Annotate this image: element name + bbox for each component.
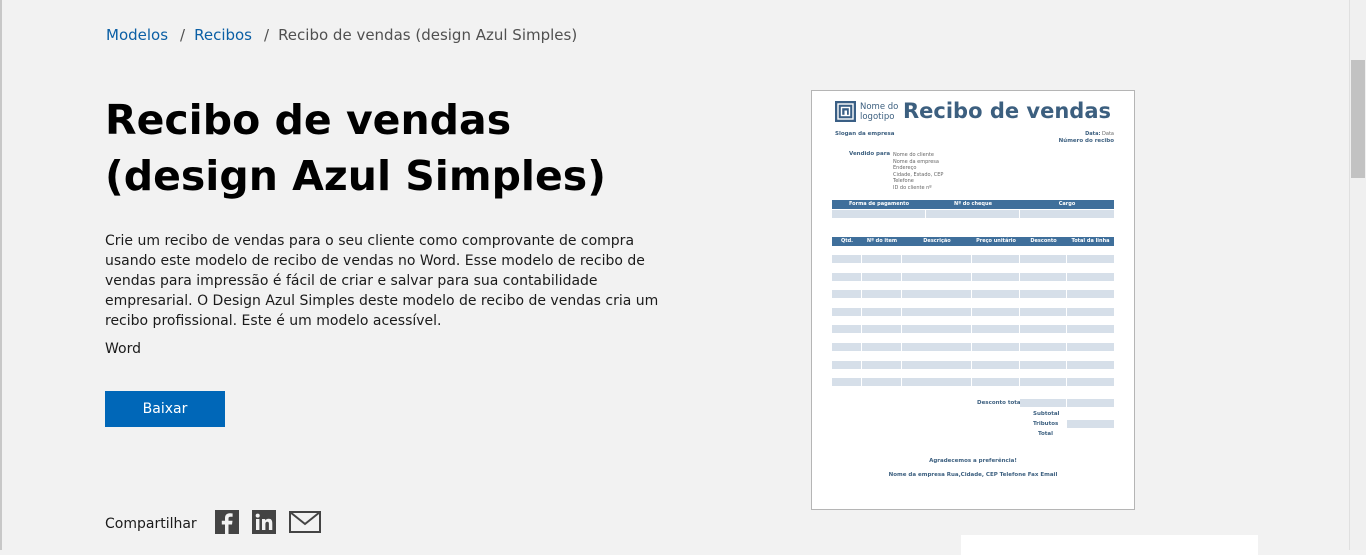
item-row [832,307,1114,316]
page-edge [0,0,2,550]
facebook-icon[interactable] [214,510,239,538]
item-row [832,272,1114,281]
breadcrumb-separator: / [264,26,270,44]
breadcrumb-recibos[interactable]: Recibos [194,26,252,44]
total-discount-row [1020,399,1114,407]
template-preview[interactable]: Nome do logotipo Recibo de vendas Slogan… [811,90,1135,510]
thanks-text: Agradecemos a preferência! [929,458,1017,464]
item-row [832,290,1114,299]
share-bar: Compartilhar [105,510,334,538]
breadcrumb-separator: / [180,26,186,44]
page-title: Recibo de vendas (design Azul Simples) [105,96,606,200]
content-panel [961,535,1258,555]
item-row [832,378,1114,387]
breadcrumb-current: Recibo de vendas (design Azul Simples) [278,26,578,44]
logo-name: Nome do logotipo [860,102,899,122]
receipt-number: Número do recibo [1058,138,1114,144]
total-label: Total [1038,431,1054,437]
client-details: Nome do cliente Nome da empresa Endereço… [893,152,944,191]
payment-row [832,210,1114,218]
email-icon[interactable] [288,511,321,537]
item-row [832,343,1114,351]
download-button[interactable]: Baixar [105,391,225,427]
breadcrumb: Modelos / Recibos / Recibo de vendas (design… [106,26,577,44]
total-discount-label: Desconto total [977,400,1023,406]
footer-text: Nome da empresa Rua,Cidade, CEP Telefone… [888,472,1058,478]
receipt-title: Recibo de vendas [903,99,1112,123]
app-name: Word [105,341,141,357]
taxes-row [1067,420,1114,428]
scrollbar-thumb[interactable] [1351,60,1365,178]
item-row [832,325,1114,334]
date-field: Data: Data [1085,131,1114,137]
item-row [832,360,1114,369]
slogan: Slogan da empresa [835,131,895,137]
subtotal-label: Subtotal [1033,411,1060,417]
logo-icon [835,101,856,122]
payment-header: Forma de pagamento Nº do cheque Cargo [832,200,1114,209]
template-description: Crie um recibo de vendas para o seu clie… [105,233,659,329]
taxes-label: Tributos [1033,421,1059,427]
sold-to-label: Vendido para [849,151,891,157]
linkedin-icon[interactable] [251,510,276,538]
item-row [832,255,1114,263]
share-label: Compartilhar [105,516,197,532]
items-header: Qtd. Nº do item Descrição Preço unitário… [832,237,1114,246]
breadcrumb-modelos[interactable]: Modelos [106,26,168,44]
